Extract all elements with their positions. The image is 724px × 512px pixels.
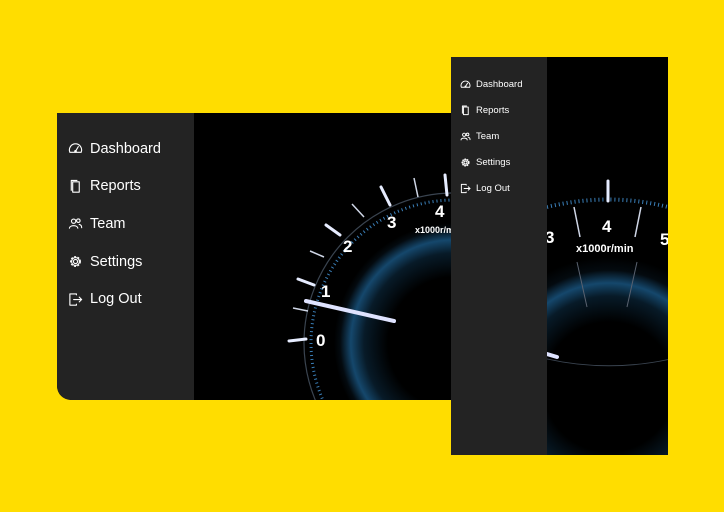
- sidebar-item-dashboard[interactable]: Dashboard: [451, 71, 547, 97]
- gauge-tick-label: 4: [602, 217, 612, 236]
- sidebar-item-label: Log Out: [90, 291, 142, 308]
- logout-icon: [68, 292, 83, 307]
- sidebar: Dashboard Reports Team Settings Log Out: [451, 57, 547, 455]
- tachometer-image: 3 4 5 x1000r/min: [547, 57, 668, 455]
- sidebar-item-settings[interactable]: Settings: [451, 149, 547, 175]
- sidebar-item-label: Settings: [476, 156, 511, 168]
- sidebar-item-label: Log Out: [476, 182, 510, 194]
- gauge-tick-label: 2: [343, 237, 352, 256]
- users-icon: [460, 131, 471, 142]
- sidebar-item-label: Dashboard: [476, 78, 523, 90]
- gauge-tick-label: 5: [660, 230, 668, 249]
- sidebar-item-team[interactable]: Team: [451, 123, 547, 149]
- sidebar-item-reports[interactable]: Reports: [451, 97, 547, 123]
- users-icon: [68, 216, 83, 231]
- tachometer-image: 0 1 2 3 4 x1000r/min: [194, 113, 452, 400]
- sidebar-item-dashboard[interactable]: Dashboard: [57, 130, 194, 168]
- logout-icon: [460, 183, 471, 194]
- sidebar-item-label: Team: [476, 130, 500, 142]
- document-icon: [68, 179, 83, 194]
- gauge-unit-label: x1000r/min: [576, 243, 634, 255]
- dashboard-gauge-icon: [68, 141, 83, 156]
- gauge-tick-label: 3: [387, 213, 396, 232]
- sidebar-item-logout[interactable]: Log Out: [57, 280, 194, 318]
- sidebar-item-logout[interactable]: Log Out: [451, 175, 547, 201]
- sidebar-item-label: Settings: [90, 253, 143, 270]
- sidebar-item-settings[interactable]: Settings: [57, 243, 194, 281]
- sidebar-item-label: Team: [90, 215, 126, 232]
- gauge-tick-label: 4: [435, 202, 445, 221]
- gear-icon: [68, 254, 83, 269]
- sidebar-item-reports[interactable]: Reports: [57, 168, 194, 206]
- gauge-tick-label: 0: [316, 331, 325, 350]
- sidebar-item-label: Reports: [90, 178, 141, 195]
- sidebar: Dashboard Reports Team Settings Log Out: [57, 113, 194, 400]
- dashboard-gauge-icon: [460, 79, 471, 90]
- sidebar-card-large: Dashboard Reports Team Settings Log Out: [57, 113, 452, 400]
- sidebar-item-team[interactable]: Team: [57, 205, 194, 243]
- gear-icon: [460, 157, 471, 168]
- sidebar-item-label: Dashboard: [90, 140, 161, 157]
- gauge-unit-label: x1000r/min: [415, 225, 452, 235]
- sidebar-card-small: Dashboard Reports Team Settings Log Out: [451, 57, 668, 455]
- sidebar-item-label: Reports: [476, 104, 510, 116]
- document-icon: [460, 105, 471, 116]
- gauge-tick-label: 3: [547, 228, 554, 247]
- gauge-tick-label: 1: [321, 282, 330, 301]
